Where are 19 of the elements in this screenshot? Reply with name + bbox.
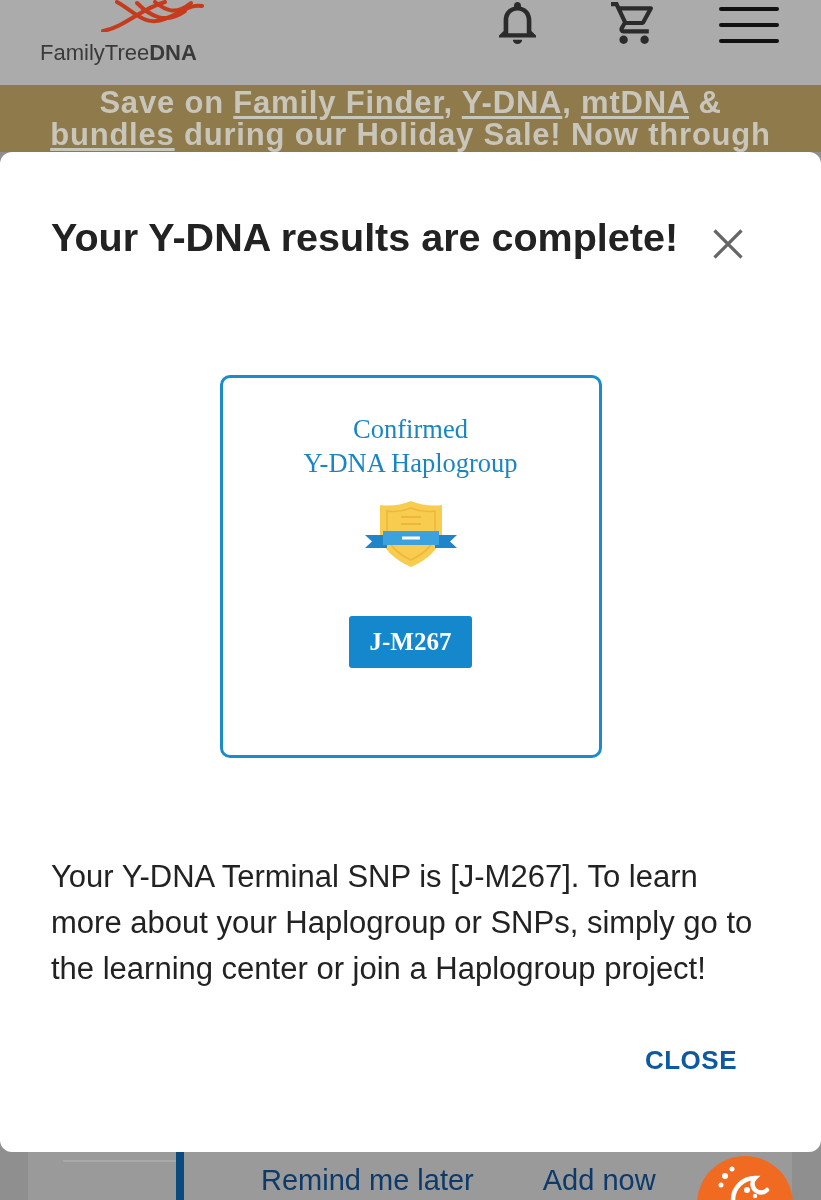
promo-link[interactable]: mtDNA [581,85,689,120]
promo-link[interactable]: Family Finder [233,85,444,120]
action-link[interactable]: Remind me later [261,1160,474,1200]
haplogroup-label: J-M267 [349,616,472,668]
menu-icon[interactable] [719,7,779,43]
logo-text[interactable]: FamilyTreeDNA [40,40,197,66]
promo-link[interactable]: bundles [50,117,175,152]
dialog-title: Your Y-DNA results are complete! [51,214,679,260]
action-link[interactable]: Add now [542,1160,656,1200]
cart-icon[interactable] [610,2,654,44]
dialog-message: Your Y-DNA Terminal SNP is [J-M267]. To learn more about your Haplogroup or SNPs, simply go to the learning center or join a Haplogroup project! [51,858,754,988]
close-button[interactable]: CLOSE [632,1035,749,1085]
accent-bar [176,1152,184,1200]
promo-text: Save on Family Finder, Y-DNA, mtDNA & bundles during our Holiday Sale! Now through [49,87,772,151]
promo-link[interactable]: Y-DNA [461,85,563,120]
bell-icon[interactable] [499,2,536,44]
close-icon-button[interactable] [713,229,743,259]
haplogroup-card-heading: Confirmed Y-DNA Haplogroup [303,413,518,480]
close-icon [713,229,743,259]
